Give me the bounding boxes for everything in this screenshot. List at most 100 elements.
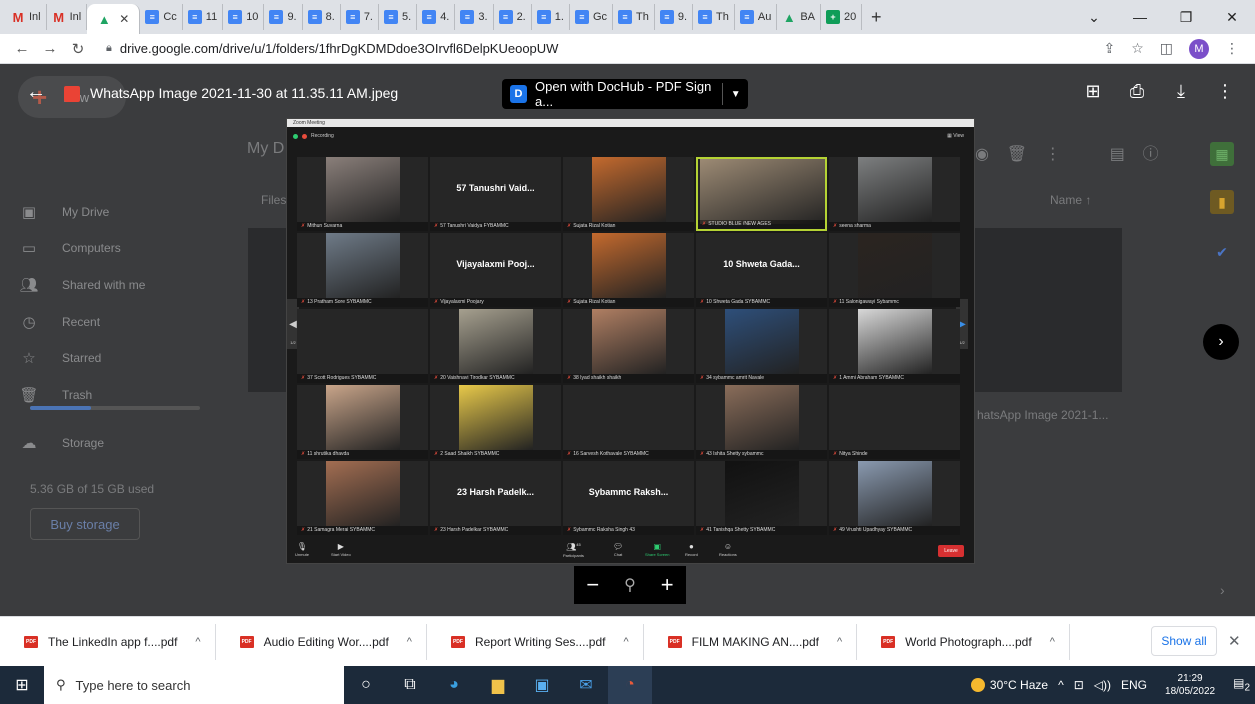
browser-tab[interactable]: ≡ Gc <box>570 4 613 30</box>
taskbar-search[interactable]: ⚲ Type here to search <box>44 666 344 704</box>
restore-icon[interactable]: ❐ <box>1163 0 1209 34</box>
mail-icon[interactable]: ✉ <box>564 666 608 704</box>
browser-tab[interactable]: ≡ Cc <box>140 4 183 30</box>
browser-tab[interactable]: ≡ 11 <box>183 4 224 30</box>
viewer-back-icon[interactable]: ← <box>26 81 46 104</box>
file-explorer-icon[interactable]: ▆ <box>476 666 520 704</box>
browser-tab[interactable]: ≡ 8. <box>303 4 341 30</box>
task-view-icon[interactable]: ⧉ <box>388 666 432 704</box>
chrome-icon[interactable]: ◔ <box>608 666 652 704</box>
browser-tab[interactable]: ▲ ✕ <box>87 4 141 34</box>
download-item[interactable]: PDF Report Writing Ses....pdf ^ <box>427 623 644 660</box>
sidebar-item[interactable]: ◷ Recent <box>18 313 100 331</box>
participant-tile: Vijayalaxmi Pooj... ✗ Vijayalaxmi Poojary <box>430 233 561 307</box>
store-icon[interactable]: ▣ <box>520 666 564 704</box>
download-item[interactable]: PDF Audio Editing Wor....pdf ^ <box>216 623 427 660</box>
chrome-menu-icon[interactable]: ⋮ <box>1225 40 1239 57</box>
sidebar-item[interactable]: ▣ My Drive <box>18 203 109 221</box>
sidebar-item-storage[interactable]: ☁ Storage <box>18 434 105 452</box>
network-icon[interactable]: ⊡ <box>1069 678 1089 692</box>
sidebar-item-label: Computers <box>62 241 121 255</box>
windows-start-icon[interactable]: ⊞ <box>0 666 44 704</box>
sort-name[interactable]: Name ↑ <box>1050 193 1091 207</box>
zoom-in-icon[interactable]: + <box>661 572 674 598</box>
next-file-icon[interactable]: › <box>1203 324 1239 360</box>
browser-tab[interactable]: ≡ 9. <box>264 4 303 30</box>
close-window-icon[interactable]: ✕ <box>1209 0 1255 34</box>
browser-tab[interactable]: ≡ 10 <box>223 4 265 30</box>
browser-tab[interactable]: M Inl <box>6 4 47 30</box>
chevron-up-icon[interactable]: ^ <box>407 636 412 648</box>
mic-muted-icon: ✗ <box>700 375 705 381</box>
mic-muted-icon: ✗ <box>567 299 572 305</box>
close-tab-icon[interactable]: ✕ <box>119 12 129 26</box>
browser-tab[interactable]: ▲ BA <box>777 4 822 30</box>
chevron-up-icon[interactable]: ^ <box>1050 636 1055 648</box>
participant-name-text: Nitya Shinde <box>839 451 868 457</box>
keep-icon[interactable]: ▮ <box>1210 190 1234 214</box>
download-item[interactable]: PDF The LinkedIn app f....pdf ^ <box>0 623 216 660</box>
sidebar-item[interactable]: ☆ Starred <box>18 349 101 367</box>
magnifier-icon[interactable]: ⚲ <box>624 575 636 595</box>
forward-icon[interactable]: → <box>36 40 64 57</box>
browser-tab[interactable]: ≡ Th <box>613 4 655 30</box>
browser-tab[interactable]: +20 <box>821 4 863 30</box>
browser-tab[interactable]: ≡ Au <box>735 4 778 30</box>
download-item[interactable]: PDF FILM MAKING AN....pdf ^ <box>644 623 858 660</box>
add-to-drive-icon[interactable]: ⊞ <box>1082 81 1104 102</box>
close-downloads-icon[interactable]: ✕ <box>1228 632 1241 650</box>
volume-icon[interactable]: ◁)) <box>1089 678 1116 692</box>
tab-label: Th <box>716 11 729 23</box>
participant-video <box>857 461 932 526</box>
omnibox[interactable]: 🔒︎ drive.google.com/drive/u/1/folders/1f… <box>98 37 1103 61</box>
chevron-up-icon[interactable]: ^ <box>195 636 200 648</box>
browser-tab[interactable]: ≡ 4. <box>417 4 456 30</box>
edge-icon[interactable]: ◕ <box>432 666 476 704</box>
back-icon[interactable]: ← <box>8 40 36 57</box>
reload-icon[interactable]: ↻ <box>64 40 92 58</box>
print-icon[interactable]: ⎙ <box>1126 81 1148 102</box>
share-icon[interactable]: ⇪ <box>1103 40 1115 57</box>
taskbar: ⊞ ⚲ Type here to search ○ ⧉ ◕ ▆ ▣ ✉ ◔ 30… <box>0 666 1255 704</box>
browser-tab[interactable]: M Inl <box>47 4 88 30</box>
more-options-icon[interactable]: ⋮ <box>1214 81 1236 102</box>
side-chevron-icon[interactable]: › <box>1220 582 1225 598</box>
chevron-down-icon[interactable]: ▼ <box>723 89 748 100</box>
browser-tab[interactable]: ≡ Th <box>693 4 735 30</box>
browser-tab[interactable]: ≡ 2. <box>494 4 532 30</box>
control-label: Participants <box>563 552 584 558</box>
open-with-button[interactable]: D Open with DocHub - PDF Sign a... ▼ <box>502 79 748 109</box>
weather-icon[interactable] <box>970 678 985 692</box>
tray-chevron-icon[interactable]: ^ <box>1053 678 1069 692</box>
buy-storage-button[interactable]: Buy storage <box>30 508 140 540</box>
notifications-icon[interactable]: ▤2 <box>1228 676 1255 693</box>
browser-tab[interactable]: ≡ 7. <box>341 4 379 30</box>
tab-search-icon[interactable]: ⌄ <box>1071 0 1117 34</box>
browser-tab[interactable]: ≡ 9. <box>655 4 694 30</box>
new-tab-icon[interactable]: + <box>862 4 890 30</box>
sidebar-item[interactable]: ▭ Computers <box>18 239 121 257</box>
browser-tab[interactable]: ≡ 3. <box>455 4 494 30</box>
clock[interactable]: 21:29 18/05/2022 <box>1152 672 1228 698</box>
chevron-up-icon[interactable]: ^ <box>837 636 842 648</box>
sidebar-item[interactable]: 🗑︎ Trash <box>18 386 92 404</box>
download-icon[interactable]: ⤓ <box>1170 81 1192 102</box>
cortana-icon[interactable]: ○ <box>344 666 388 704</box>
profile-avatar[interactable]: M <box>1189 38 1209 59</box>
show-all-button[interactable]: Show all <box>1151 626 1217 656</box>
download-item[interactable]: PDF World Photograph....pdf ^ <box>857 623 1070 660</box>
weather-text[interactable]: 30°C Haze <box>985 678 1053 692</box>
side-panel-icon[interactable]: ◫ <box>1160 40 1173 57</box>
browser-tab[interactable]: ≡ 5. <box>379 4 418 30</box>
zoom-out-icon[interactable]: − <box>586 572 599 598</box>
minimize-icon[interactable]: — <box>1117 0 1163 34</box>
bookmark-star-icon[interactable]: ☆ <box>1131 40 1144 57</box>
tasks-icon[interactable]: ✔ <box>1210 240 1234 264</box>
my-drive-icon: ▣ <box>21 204 37 221</box>
browser-tab[interactable]: ≡ 1. <box>532 4 570 30</box>
doc-icon: ≡ <box>228 10 243 24</box>
calendar-icon[interactable]: ▦ <box>1210 142 1234 166</box>
chevron-up-icon[interactable]: ^ <box>623 636 628 648</box>
language-indicator[interactable]: ENG <box>1116 678 1152 692</box>
sidebar-item[interactable]: 👥︎ Shared with me <box>18 276 145 294</box>
